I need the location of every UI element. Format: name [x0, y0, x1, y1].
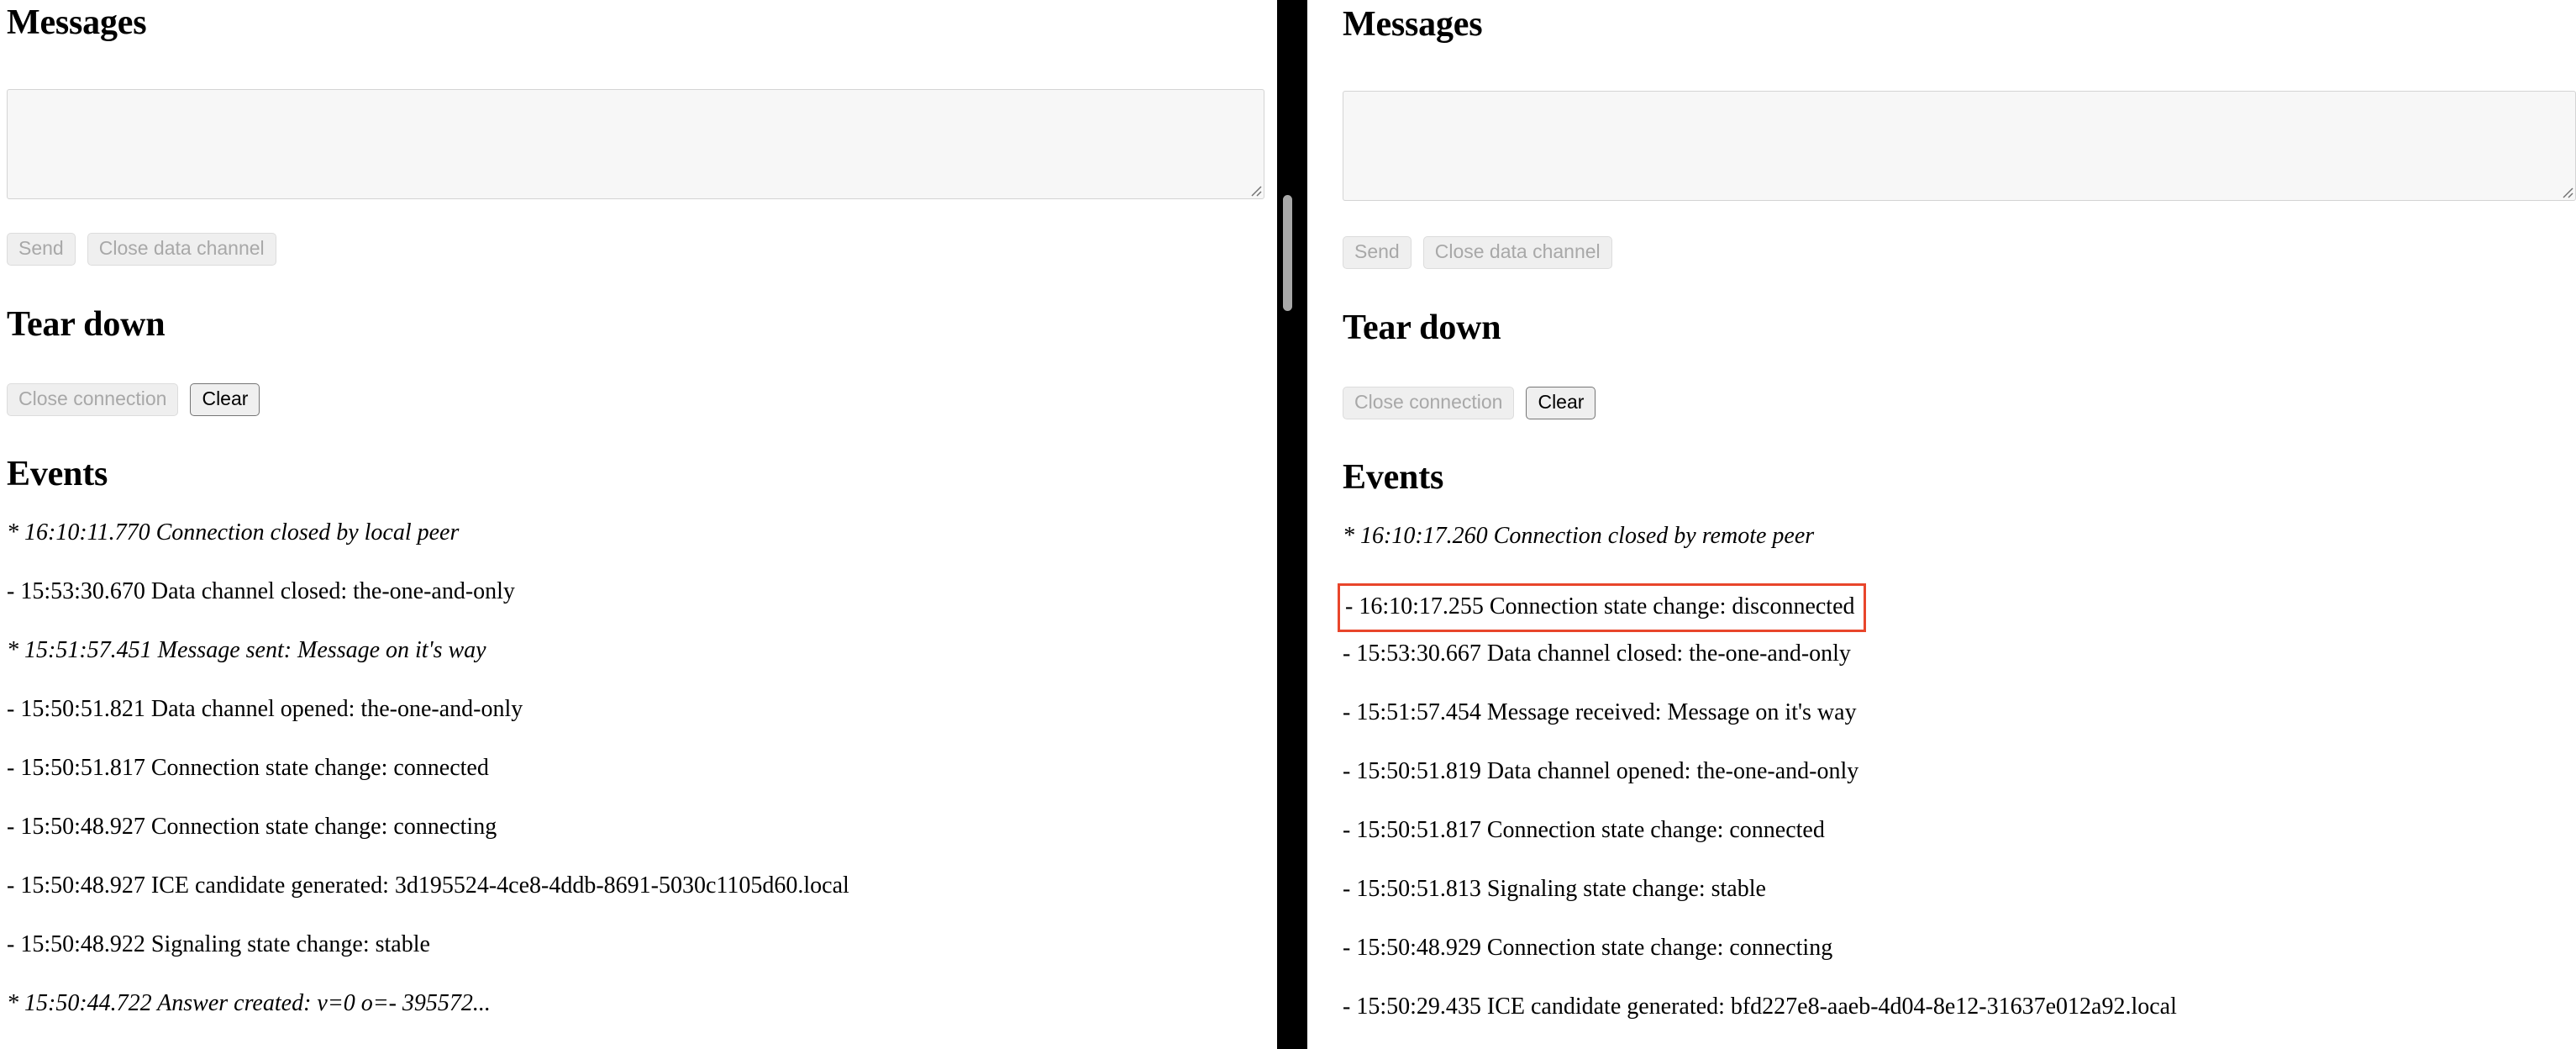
event-line: - 15:50:48.927 ICE candidate generated: … [7, 872, 849, 899]
event-row: - 15:53:30.670 Data channel closed: the-… [7, 580, 515, 604]
events-heading-right: Events [1343, 458, 1444, 497]
screenshot-root: Messages Send Close data channel Tear do… [0, 0, 2576, 1049]
event-line: - 15:50:48.927 Connection state change: … [7, 814, 497, 840]
event-row: * 16:10:11.770 Connection closed by loca… [7, 521, 459, 545]
teardown-actions-left: Close connection Clear [7, 383, 260, 416]
close-data-channel-button-left[interactable]: Close data channel [87, 233, 276, 266]
event-line: * 15:50:44.722 Answer created: v=0 o=- 3… [7, 990, 491, 1016]
event-line: - 15:50:48.922 Signaling state change: s… [7, 931, 430, 957]
message-input-right[interactable] [1343, 91, 2576, 201]
event-row: - 15:50:51.819 Data channel opened: the-… [1343, 760, 1858, 783]
event-line: - 15:50:51.817 Connection state change: … [1343, 817, 1825, 843]
event-line: * 15:51:57.451 Message sent: Message on … [7, 637, 486, 663]
event-line: - 15:50:51.819 Data channel opened: the-… [1343, 758, 1859, 784]
event-line: * 16:10:17.260 Connection closed by remo… [1343, 523, 1815, 549]
message-input-left[interactable] [7, 89, 1264, 199]
message-textarea-wrapper-right [1343, 91, 2576, 201]
close-connection-button-right[interactable]: Close connection [1343, 387, 1515, 419]
send-button-left[interactable]: Send [7, 233, 76, 266]
event-row: - 15:50:51.817 Connection state change: … [7, 756, 489, 780]
event-row: - 15:50:51.821 Data channel opened: the-… [7, 698, 523, 721]
event-line: * 16:10:11.770 Connection closed by loca… [7, 519, 460, 546]
events-heading-left: Events [7, 455, 108, 493]
event-line: - 15:51:57.454 Message received: Message… [1343, 699, 1857, 725]
close-data-channel-button-right[interactable]: Close data channel [1422, 236, 1612, 269]
message-textarea-wrapper-left [7, 89, 1264, 199]
event-row: * 15:50:44.722 Answer created: v=0 o=- 3… [7, 992, 491, 1015]
event-row: - 15:50:29.435 ICE candidate generated: … [1343, 995, 2177, 1019]
event-row: - 16:10:17.255 Connection state change: … [1338, 583, 1866, 632]
event-line: - 15:50:51.817 Connection state change: … [7, 755, 489, 781]
event-row: - 15:53:30.667 Data channel closed: the-… [1343, 642, 1851, 666]
event-row: * 15:51:57.451 Message sent: Message on … [7, 639, 486, 662]
event-row: - 15:51:57.454 Message received: Message… [1343, 701, 1857, 725]
peer-panel-left: Messages Send Close data channel Tear do… [0, 0, 1277, 1049]
event-line-highlighted: - 16:10:17.255 Connection state change: … [1338, 583, 1866, 632]
message-actions-left: Send Close data channel [7, 233, 276, 266]
clear-button-right[interactable]: Clear [1526, 387, 1596, 419]
event-row: - 15:50:51.817 Connection state change: … [1343, 819, 1825, 842]
event-row: * 16:10:17.260 Connection closed by remo… [1343, 524, 1814, 548]
event-line: - 15:50:48.929 Connection state change: … [1343, 935, 1833, 961]
teardown-heading-right: Tear down [1343, 308, 1501, 347]
event-line: - 15:53:30.667 Data channel closed: the-… [1343, 640, 1851, 667]
event-row: - 15:50:48.922 Signaling state change: s… [7, 933, 430, 957]
event-row: - 15:50:48.927 Connection state change: … [7, 815, 497, 839]
event-line: - 15:50:29.435 ICE candidate generated: … [1343, 994, 2177, 1020]
event-row: - 15:50:48.929 Connection state change: … [1343, 936, 1832, 960]
event-line: - 15:50:51.821 Data channel opened: the-… [7, 696, 523, 722]
teardown-heading-left: Tear down [7, 305, 166, 344]
message-actions-right: Send Close data channel [1343, 236, 1612, 269]
peer-panel-right: Messages Send Close data channel Tear do… [1307, 0, 2576, 1049]
window-divider [1277, 0, 1299, 1049]
clear-button-left[interactable]: Clear [190, 383, 260, 416]
close-connection-button-left[interactable]: Close connection [7, 383, 179, 416]
messages-heading-left: Messages [7, 3, 147, 42]
event-line: - 15:53:30.670 Data channel closed: the-… [7, 578, 515, 604]
messages-heading-right: Messages [1343, 5, 1483, 44]
teardown-actions-right: Close connection Clear [1343, 387, 1596, 419]
event-line: - 15:50:51.813 Signaling state change: s… [1343, 876, 1766, 902]
send-button-right[interactable]: Send [1343, 236, 1412, 269]
event-row: - 15:50:51.813 Signaling state change: s… [1343, 878, 1766, 901]
event-row: - 15:50:48.927 ICE candidate generated: … [7, 874, 849, 898]
scrollbar-thumb[interactable] [1283, 195, 1292, 311]
scrollbar-track[interactable] [1298, 0, 1307, 1049]
